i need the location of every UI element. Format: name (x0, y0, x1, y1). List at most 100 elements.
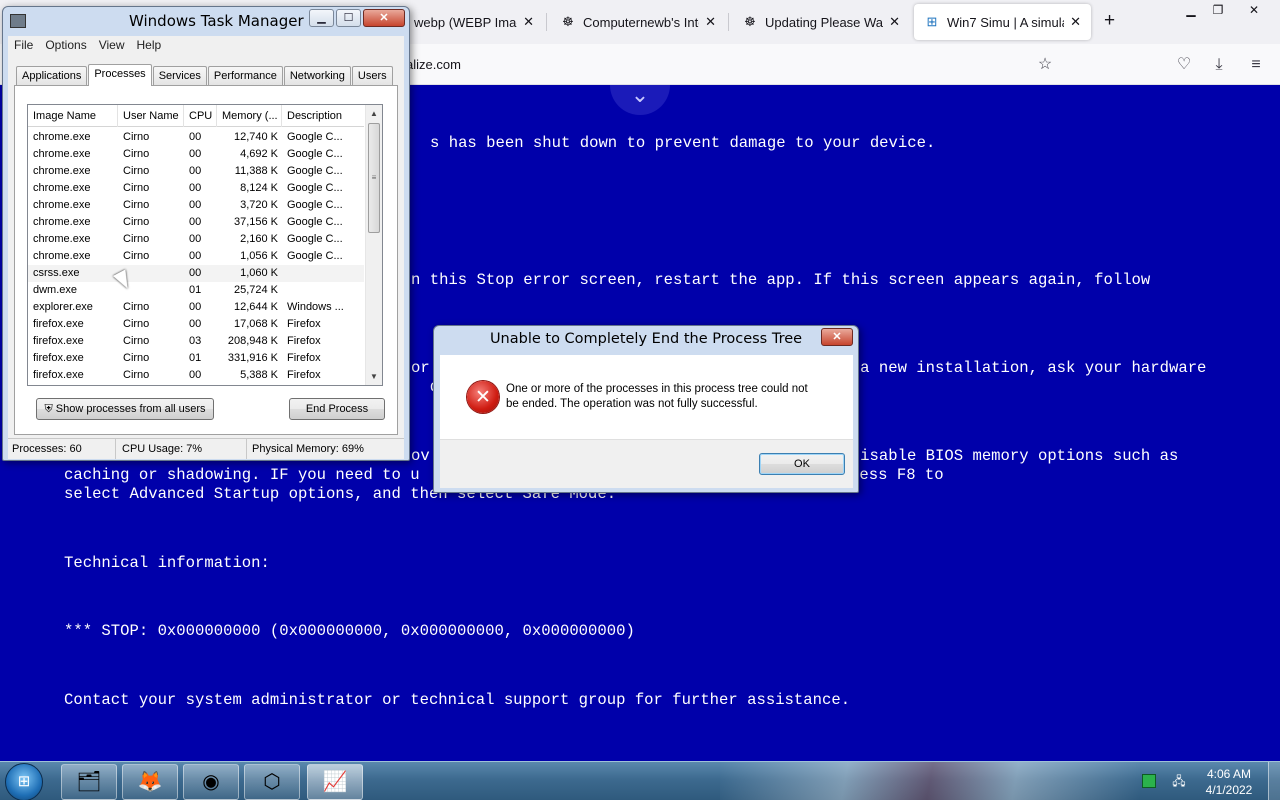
chrome-icon[interactable]: ◉ (183, 764, 239, 800)
process-list[interactable]: Image Name User Name CPU Memory (... Des… (27, 104, 383, 386)
process-cpu: 00 (189, 182, 202, 194)
process-image-name: csrss.exe (33, 267, 80, 279)
tab-close-icon[interactable]: ✕ (705, 14, 716, 30)
chevron-down-icon[interactable]: ⌄ (610, 85, 670, 115)
process-user-name: Cirno (123, 199, 150, 211)
status-cpu-usage: CPU Usage: 7% (116, 439, 247, 459)
close-icon[interactable]: ✕ (1243, 1, 1265, 19)
tab-close-icon[interactable]: ✕ (1070, 14, 1081, 30)
browser-tab-computernewb[interactable]: ☸ Computernewb's Interne ✕ (550, 4, 726, 40)
tab-users[interactable]: Users (351, 66, 393, 85)
restore-icon[interactable]: ❐ (1207, 1, 1229, 19)
process-user-name: Cirno (123, 216, 150, 228)
process-list-scrollbar[interactable]: ▲ ≡ ▼ (365, 105, 382, 385)
task-manager-icon[interactable]: 📈 (307, 764, 363, 800)
tray-green-icon[interactable] (1142, 774, 1156, 788)
process-image-name: firefox.exe (33, 352, 84, 364)
hamburger-menu-icon[interactable]: ≡ (1244, 53, 1268, 77)
bsod-stop-code: *** STOP: 0x000000000 (0x000000000, 0x00… (64, 622, 635, 640)
process-memory: 17,068 K (233, 318, 278, 330)
virtualbox-icon[interactable]: ⬡ (244, 764, 300, 800)
close-icon[interactable]: ✕ (821, 328, 853, 346)
process-image-name: dwm.exe (33, 284, 78, 296)
pocket-icon[interactable]: ♡ (1172, 53, 1196, 77)
table-row[interactable]: dwm.exe 01 25,724 K (28, 282, 364, 299)
process-memory: 2,160 K (240, 233, 278, 245)
firefox-icon[interactable]: 🦊 (122, 764, 178, 800)
process-user-name: Cirno (123, 165, 150, 177)
tab-performance[interactable]: Performance (207, 66, 283, 85)
tab-close-icon[interactable]: ✕ (523, 14, 534, 30)
process-description: Google C... (287, 182, 343, 194)
tab-processes[interactable]: Processes (88, 64, 152, 86)
clock[interactable]: 4:06 AM 4/1/2022 (1198, 766, 1260, 798)
ok-button[interactable]: OK (759, 453, 845, 475)
menu-view[interactable]: View (93, 36, 131, 56)
column-header-description[interactable]: Description (282, 105, 364, 127)
show-desktop-button[interactable] (1268, 762, 1280, 800)
tab-applications[interactable]: Applications (16, 66, 88, 85)
show-all-users-button[interactable]: ⛨ Show processes from all users (36, 398, 214, 420)
status-physical-memory: Physical Memory: 69% (252, 443, 364, 455)
table-row[interactable]: chrome.exe Cirno 00 2,160 K Google C... (28, 231, 364, 248)
menu-help[interactable]: Help (131, 36, 168, 56)
column-header-memory[interactable]: Memory (... (217, 105, 282, 127)
bookmark-star-icon[interactable]: ☆ (1033, 53, 1057, 77)
scrollbar-thumb[interactable]: ≡ (368, 123, 380, 233)
minimize-icon[interactable]: ▁ (1180, 1, 1202, 19)
process-memory: 37,156 K (233, 216, 278, 228)
table-row[interactable]: chrome.exe Cirno 00 12,740 K Google C... (28, 129, 364, 146)
tab-close-icon[interactable]: ✕ (889, 14, 900, 30)
end-process-button[interactable]: End Process (289, 398, 385, 420)
clock-date: 4/1/2022 (1205, 783, 1253, 797)
process-cpu: 01 (189, 284, 202, 296)
browser-tab-webp[interactable]: webp (WEBP Image, ✕ (404, 4, 544, 40)
process-image-name: firefox.exe (33, 335, 84, 347)
menu-options[interactable]: Options (39, 36, 92, 56)
scroll-up-icon[interactable]: ▲ (366, 105, 382, 122)
column-header-image-name[interactable]: Image Name (28, 105, 118, 127)
column-header-cpu[interactable]: CPU (184, 105, 217, 127)
process-image-name: chrome.exe (33, 148, 91, 160)
process-description: Google C... (287, 250, 343, 262)
new-tab-button[interactable]: + (1104, 11, 1115, 31)
maximize-icon[interactable]: ☐ (336, 9, 361, 27)
process-memory: 331,916 K (227, 352, 278, 364)
downloads-icon[interactable]: ⤓ (1207, 53, 1231, 77)
network-icon[interactable]: 🖧 (1172, 774, 1186, 788)
minimize-icon[interactable]: ▁ (309, 9, 334, 27)
column-header-user-name[interactable]: User Name (118, 105, 184, 127)
table-row[interactable]: chrome.exe Cirno 00 11,388 K Google C... (28, 163, 364, 180)
browser-tab-win7simu[interactable]: ⊞ Win7 Simu | A simulato ✕ (914, 4, 1091, 40)
table-row[interactable]: firefox.exe Cirno 00 5,388 K Firefox (28, 367, 364, 384)
process-list-header: Image Name User Name CPU Memory (... Des… (28, 105, 364, 127)
close-icon[interactable]: ✕ (363, 9, 405, 27)
shield-icon: ⛨ (44, 403, 53, 415)
process-cpu: 00 (189, 199, 202, 211)
table-row[interactable]: firefox.exe Cirno 01 331,916 K Firefox (28, 350, 364, 367)
table-row[interactable]: csrss.exe 00 1,060 K (28, 265, 364, 282)
table-row[interactable]: explorer.exe Cirno 00 12,644 K Windows ... (28, 299, 364, 316)
url-bar[interactable]: alize.com (406, 57, 461, 72)
menu-file[interactable]: File (8, 36, 39, 56)
scroll-down-icon[interactable]: ▼ (366, 368, 382, 385)
process-description: Firefox (287, 369, 321, 381)
table-row[interactable]: chrome.exe Cirno 00 3,720 K Google C... (28, 197, 364, 214)
table-row[interactable]: chrome.exe Cirno 00 8,124 K Google C... (28, 180, 364, 197)
tab-services[interactable]: Services (152, 66, 207, 85)
process-cpu: 00 (189, 131, 202, 143)
tab-networking[interactable]: Networking (283, 66, 351, 85)
table-row[interactable]: chrome.exe Cirno 00 37,156 K Google C... (28, 214, 364, 231)
table-row[interactable]: firefox.exe Cirno 00 17,068 K Firefox (28, 316, 364, 333)
browser-tab-updating[interactable]: ☸ Updating Please Wait ✕ (732, 4, 910, 40)
process-description: Google C... (287, 131, 343, 143)
start-button[interactable]: ⊞ (5, 763, 43, 800)
process-description: Google C... (287, 233, 343, 245)
table-row[interactable]: firefox.exe Cirno 03 208,948 K Firefox (28, 333, 364, 350)
explorer-icon[interactable]: 🗂 (61, 764, 117, 800)
table-row[interactable]: chrome.exe Cirno 00 4,692 K Google C... (28, 146, 364, 163)
table-row[interactable]: chrome.exe Cirno 00 1,056 K Google C... (28, 248, 364, 265)
process-description: Firefox (287, 318, 321, 330)
windows-icon: ⊞ (926, 14, 938, 29)
process-user-name: Cirno (123, 131, 150, 143)
